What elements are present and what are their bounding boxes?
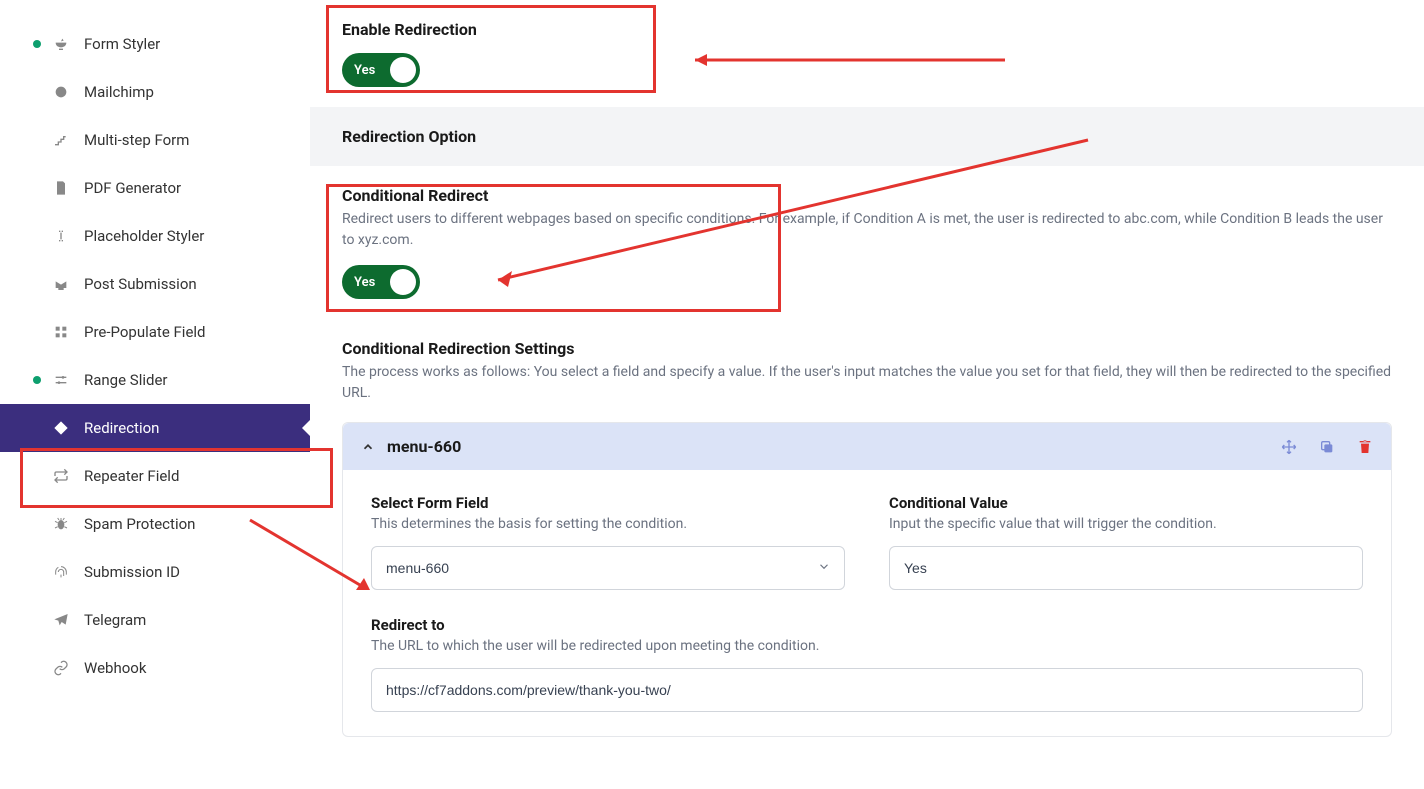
telegram-icon bbox=[52, 611, 70, 629]
enable-redirection-toggle[interactable]: Yes bbox=[342, 53, 420, 87]
sidebar-item-label: Form Styler bbox=[84, 35, 160, 53]
sidebar-item-repeater[interactable]: Repeater Field bbox=[0, 452, 310, 500]
toggle-knob bbox=[390, 269, 416, 295]
enable-redirection-title: Enable Redirection bbox=[342, 20, 1392, 39]
toggle-label: Yes bbox=[354, 63, 375, 78]
redirect-to-label: Redirect to bbox=[371, 616, 1363, 634]
mailchimp-icon bbox=[52, 83, 70, 101]
chevron-up-icon bbox=[361, 440, 375, 454]
link-icon bbox=[52, 659, 70, 677]
sidebar-item-label: Placeholder Styler bbox=[84, 227, 204, 245]
sidebar-item-label: Submission ID bbox=[84, 563, 180, 581]
grid-icon bbox=[52, 323, 70, 341]
fingerprint-icon bbox=[52, 563, 70, 581]
pdf-icon bbox=[52, 179, 70, 197]
conditional-value-desc: Input the specific value that will trigg… bbox=[889, 516, 1363, 532]
sidebar-item-spam[interactable]: Spam Protection bbox=[0, 500, 310, 548]
sidebar-item-label: Telegram bbox=[84, 611, 146, 629]
rule-title: menu-660 bbox=[387, 437, 1281, 456]
sidebar-item-label: Repeater Field bbox=[84, 467, 179, 485]
sidebar-item-label: Mailchimp bbox=[84, 83, 154, 101]
conditional-redirect-title: Conditional Redirect bbox=[342, 186, 1392, 205]
sidebar-item-label: PDF Generator bbox=[84, 179, 181, 197]
sliders-icon bbox=[52, 371, 70, 389]
sidebar-item-prepopulate[interactable]: Pre-Populate Field bbox=[0, 308, 310, 356]
sidebar-item-range-slider[interactable]: Range Slider bbox=[0, 356, 310, 404]
conditional-settings-title: Conditional Redirection Settings bbox=[342, 339, 1392, 358]
rule-header[interactable]: menu-660 bbox=[343, 423, 1391, 470]
form-field-select[interactable]: menu-660 bbox=[371, 546, 845, 590]
main-content: Enable Redirection Yes Redirection Optio… bbox=[310, 0, 1424, 789]
bug-icon bbox=[52, 515, 70, 533]
move-icon[interactable] bbox=[1281, 439, 1297, 455]
conditional-settings-desc: The process works as follows: You select… bbox=[342, 362, 1392, 404]
conditional-redirect-toggle[interactable]: Yes bbox=[342, 265, 420, 299]
sidebar-item-post-submission[interactable]: Post Submission bbox=[0, 260, 310, 308]
sidebar-item-label: Webhook bbox=[84, 659, 146, 677]
steps-icon bbox=[52, 131, 70, 149]
select-field-desc: This determines the basis for setting th… bbox=[371, 516, 845, 532]
sidebar: Form Styler Mailchimp Multi-step Form PD… bbox=[0, 0, 310, 789]
mortar-icon bbox=[52, 35, 70, 53]
diamond-icon bbox=[52, 419, 70, 437]
redirect-to-input[interactable] bbox=[371, 668, 1363, 712]
sidebar-item-label: Range Slider bbox=[84, 371, 167, 389]
sidebar-item-submission-id[interactable]: Submission ID bbox=[0, 548, 310, 596]
toggle-label: Yes bbox=[354, 275, 375, 290]
conditional-value-input[interactable] bbox=[889, 546, 1363, 590]
sidebar-item-label: Post Submission bbox=[84, 275, 197, 293]
trash-icon[interactable] bbox=[1357, 439, 1373, 455]
sidebar-item-label: Multi-step Form bbox=[84, 131, 189, 149]
sidebar-item-label: Pre-Populate Field bbox=[84, 323, 206, 341]
sidebar-item-label: Spam Protection bbox=[84, 515, 195, 533]
copy-icon[interactable] bbox=[1319, 439, 1335, 455]
redirect-to-desc: The URL to which the user will be redire… bbox=[371, 638, 1363, 654]
sidebar-item-placeholder[interactable]: Placeholder Styler bbox=[0, 212, 310, 260]
sidebar-item-multistep[interactable]: Multi-step Form bbox=[0, 116, 310, 164]
sidebar-item-form-styler[interactable]: Form Styler bbox=[0, 20, 310, 68]
sidebar-item-webhook[interactable]: Webhook bbox=[0, 644, 310, 692]
select-field-label: Select Form Field bbox=[371, 494, 845, 512]
redirection-option-heading: Redirection Option bbox=[310, 107, 1424, 166]
sidebar-item-mailchimp[interactable]: Mailchimp bbox=[0, 68, 310, 116]
conditional-value-label: Conditional Value bbox=[889, 494, 1363, 512]
sidebar-item-pdf[interactable]: PDF Generator bbox=[0, 164, 310, 212]
cursor-icon bbox=[52, 227, 70, 245]
sidebar-item-redirection[interactable]: Redirection bbox=[0, 404, 310, 452]
sidebar-item-label: Redirection bbox=[84, 419, 159, 437]
repeat-icon bbox=[52, 467, 70, 485]
sidebar-item-telegram[interactable]: Telegram bbox=[0, 596, 310, 644]
postbox-icon bbox=[52, 275, 70, 293]
rule-card: menu-660 Select Form Field This determin… bbox=[342, 422, 1392, 737]
toggle-knob bbox=[390, 57, 416, 83]
conditional-redirect-desc: Redirect users to different webpages bas… bbox=[342, 209, 1392, 251]
